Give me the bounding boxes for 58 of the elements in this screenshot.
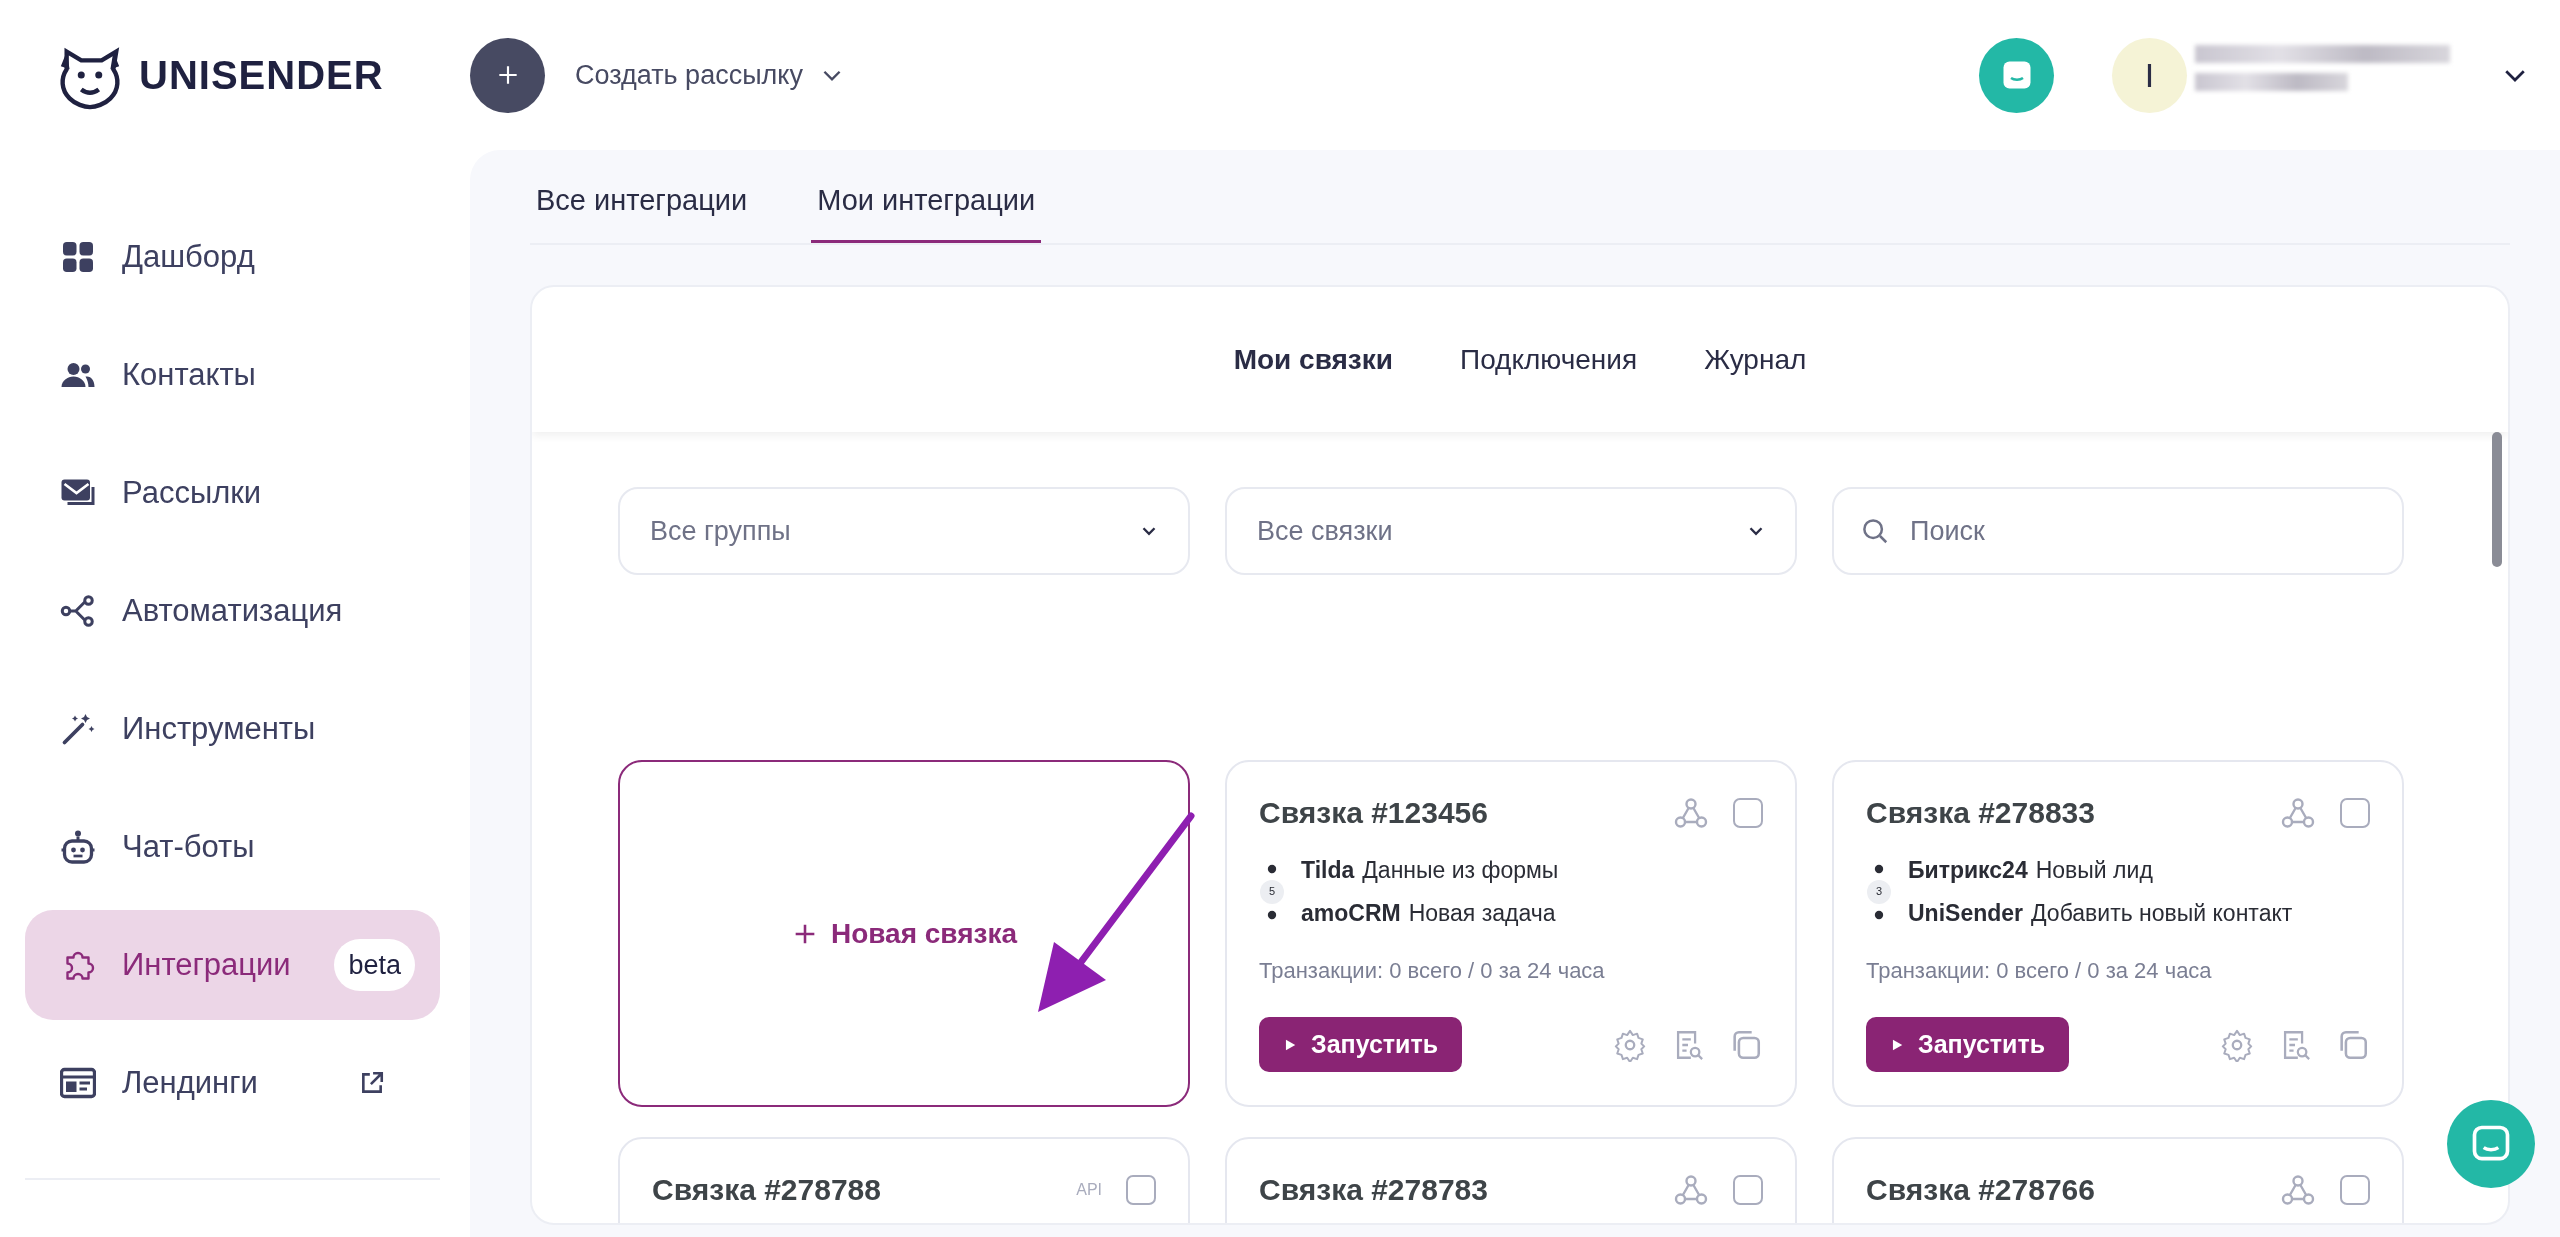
subtab[interactable]: Мои связки — [1227, 337, 1399, 382]
settings-icon[interactable] — [2220, 1027, 2254, 1062]
sidebar-item[interactable]: Дашборд — [25, 202, 440, 312]
card-title: Связка #278766 — [1866, 1172, 2095, 1208]
play-icon — [1283, 1037, 1297, 1052]
layout-icon — [60, 1065, 96, 1101]
nodes-icon — [60, 593, 96, 629]
tab[interactable]: Мои интеграции — [811, 177, 1042, 243]
card-title: Связка #123456 — [1259, 795, 1488, 831]
step-count-badge: 5 — [1260, 879, 1284, 904]
step-dot-icon — [1874, 863, 1884, 874]
run-button[interactable]: Запустить — [1866, 1017, 2070, 1072]
sidebar-item[interactable]: Инструменты — [25, 674, 440, 784]
sidebar-item[interactable]: Чат-боты — [25, 792, 440, 902]
robot-icon — [60, 829, 96, 865]
sidebar-item[interactable]: Контакты — [25, 320, 440, 430]
run-button[interactable]: Запустить — [1259, 1017, 1463, 1072]
step-dot-icon — [1267, 863, 1277, 874]
subtab[interactable]: Журнал — [1698, 337, 1813, 382]
grid-icon — [60, 239, 96, 275]
sidebar-item[interactable]: Лендинги — [25, 1028, 440, 1138]
sidebar-item[interactable]: Интеграции beta — [25, 910, 440, 1020]
transactions-text: Транзакции: 0 всего / 0 за 24 часа — [1866, 957, 2213, 985]
brand-name: UNISENDER — [139, 52, 384, 99]
transactions-text: Транзакции: 0 всего / 0 за 24 часа — [1259, 957, 1606, 985]
card-title: Связка #278788 — [652, 1172, 881, 1208]
checkbox[interactable] — [1733, 797, 1763, 828]
tab[interactable]: Все интеграции — [530, 177, 754, 243]
checkbox[interactable] — [2340, 1174, 2370, 1205]
search-icon — [1860, 516, 1890, 546]
magic-wand-icon — [60, 711, 96, 747]
filter-dropdown[interactable]: Все группы — [618, 487, 1190, 575]
checkbox[interactable] — [1126, 1174, 1156, 1205]
settings-icon[interactable] — [1613, 1027, 1647, 1062]
beta-badge: beta — [334, 938, 415, 992]
sidebar-item[interactable]: Автоматизация — [25, 556, 440, 666]
source-label: API — [1076, 1179, 1102, 1200]
step-text: UniSender Добавить новый контакт — [1908, 898, 2293, 928]
step-text: amoCRM Новая задача — [1301, 898, 1557, 928]
subtab[interactable]: Подключения — [1454, 337, 1644, 382]
create-campaign-dropdown[interactable]: Создать рассылку — [569, 53, 851, 97]
step-dot-icon — [1267, 909, 1277, 920]
card-title: Связка #278833 — [1866, 795, 2095, 831]
scrollbar-thumb[interactable] — [2492, 432, 2502, 567]
step-text: Битрикс24 Новый лид — [1908, 856, 2154, 885]
external-link-icon[interactable] — [359, 1070, 385, 1096]
search-field[interactable]: Поиск — [1832, 487, 2404, 575]
card-title: Связка #278783 — [1259, 1172, 1488, 1208]
sidebar-item[interactable]: Рассылки — [25, 438, 440, 548]
step-text: Tilda Данные из формы — [1301, 856, 1559, 885]
checkbox[interactable] — [2340, 797, 2370, 828]
step-dot-icon — [1874, 909, 1884, 920]
filter-dropdown[interactable]: Все связки — [1225, 487, 1797, 575]
play-icon — [1890, 1037, 1904, 1052]
user-avatar[interactable]: I — [2112, 37, 2187, 113]
new-link-card[interactable]: Новая связка — [618, 760, 1190, 1107]
checkbox[interactable] — [1733, 1174, 1763, 1205]
step-count-badge: 3 — [1867, 879, 1891, 904]
